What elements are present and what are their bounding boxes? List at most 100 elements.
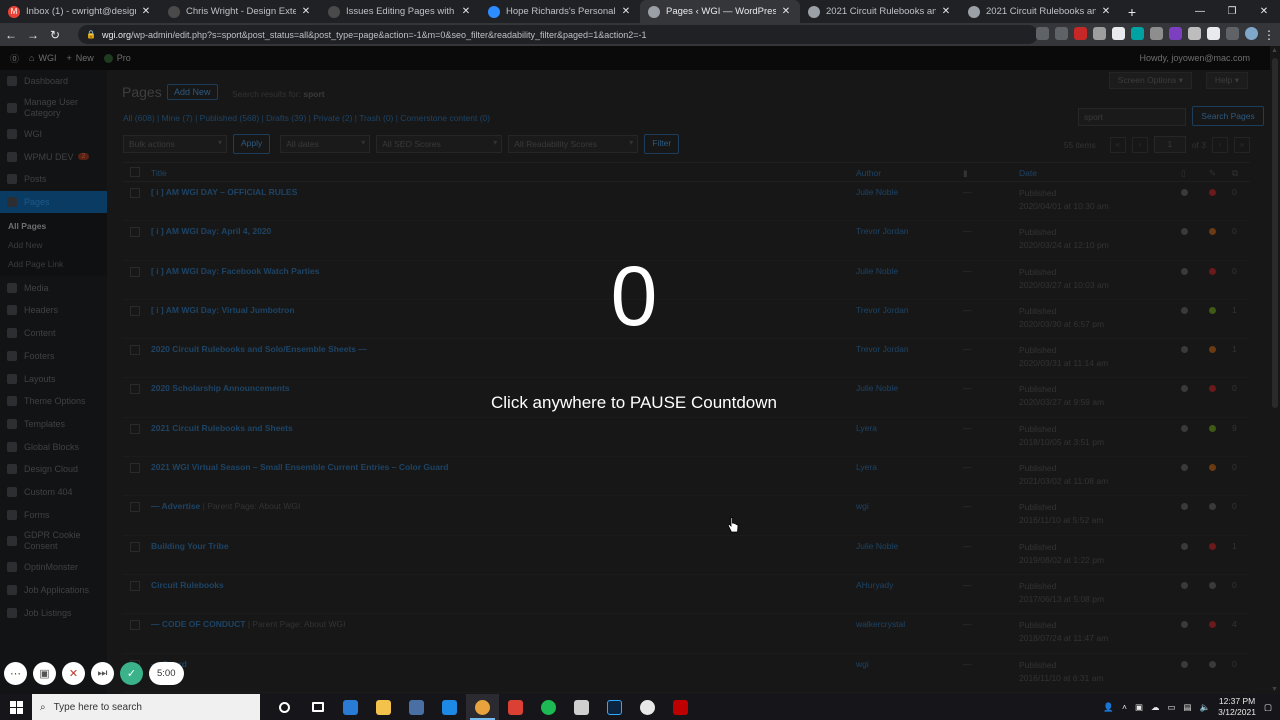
wp-logo-icon[interactable]: ⓪ bbox=[10, 52, 19, 65]
author-link[interactable]: wgi bbox=[856, 501, 869, 511]
row-checkbox[interactable] bbox=[130, 620, 140, 631]
cancel-recording-icon[interactable]: ✕ bbox=[62, 662, 85, 685]
maximize-icon[interactable]: ❐ bbox=[1216, 0, 1248, 23]
scrollbar-thumb[interactable] bbox=[1272, 58, 1278, 408]
extension-icon[interactable] bbox=[1093, 27, 1106, 40]
menu-icon[interactable] bbox=[1226, 27, 1239, 40]
row-checkbox[interactable] bbox=[130, 502, 140, 513]
row-checkbox[interactable] bbox=[130, 227, 140, 238]
cast-icon[interactable] bbox=[1036, 27, 1049, 40]
sidebar-item[interactable]: Templates bbox=[0, 413, 107, 436]
sidebar-item[interactable]: Headers bbox=[0, 299, 107, 322]
page-title-link[interactable]: — Advertise | Parent Page: About WGI bbox=[151, 501, 300, 511]
add-new-button[interactable]: Add New bbox=[167, 84, 218, 100]
more-options-icon[interactable]: ⋯ bbox=[4, 662, 27, 685]
status-filter-links[interactable]: All (608) | Mine (7) | Published (568) |… bbox=[123, 113, 490, 123]
sidebar-item[interactable]: Manage User Category bbox=[0, 93, 107, 123]
sidebar-item[interactable]: Design Cloud bbox=[0, 458, 107, 481]
title-column-header[interactable]: Title bbox=[151, 168, 167, 178]
page-title-link[interactable]: 2020 Scholarship Announcements bbox=[151, 383, 290, 393]
row-checkbox[interactable] bbox=[130, 384, 140, 395]
adminbar-site[interactable]: ⌂ WGI bbox=[29, 53, 56, 63]
sidebar-item[interactable]: WPMU DEV 2 bbox=[0, 145, 107, 168]
tab-close-icon[interactable]: ✕ bbox=[780, 6, 792, 17]
taskbar-search-box[interactable]: ⌕ Type here to search bbox=[32, 694, 260, 720]
browser-tab[interactable]: 2021 Circuit Rulebooks and Shee ✕ bbox=[960, 0, 1120, 23]
sidebar-item[interactable]: Pages bbox=[0, 190, 107, 214]
volume-icon[interactable]: 🔈 bbox=[1200, 702, 1211, 713]
sidebar-item[interactable]: Layouts bbox=[0, 367, 107, 390]
author-link[interactable]: Lyera bbox=[856, 423, 877, 433]
extension-icon[interactable] bbox=[1112, 27, 1125, 40]
row-checkbox[interactable] bbox=[130, 266, 140, 277]
author-link[interactable]: Julie Noble bbox=[856, 187, 898, 197]
scroll-up-icon[interactable]: ▲ bbox=[1271, 47, 1278, 54]
tab-close-icon[interactable]: ✕ bbox=[620, 6, 632, 17]
select-all-checkbox[interactable] bbox=[130, 167, 140, 177]
page-title-link[interactable]: 2020 Circuit Rulebooks and Solo/Ensemble… bbox=[151, 344, 367, 354]
page-title-link[interactable]: Building Your Tribe bbox=[151, 541, 229, 551]
page-title-link[interactable]: [ i ] AM WGI Day: Facebook Watch Parties bbox=[151, 266, 319, 276]
cortana-icon[interactable] bbox=[268, 694, 301, 720]
adminbar-pro[interactable]: Pro bbox=[103, 53, 131, 63]
row-checkbox[interactable] bbox=[130, 305, 140, 316]
tray-app-icon[interactable]: ▣ bbox=[1135, 702, 1143, 713]
pause-countdown-message[interactable]: Click anywhere to PAUSE Countdown bbox=[424, 393, 844, 413]
sidebar-item[interactable]: Dashboard bbox=[0, 70, 107, 93]
network-icon[interactable]: ▤ bbox=[1184, 702, 1192, 713]
notifications-icon[interactable]: ▢ bbox=[1264, 702, 1272, 713]
extension-icon[interactable] bbox=[1074, 27, 1087, 40]
extension-icon[interactable] bbox=[1150, 27, 1163, 40]
sidebar-item[interactable]: OptinMonster bbox=[0, 556, 107, 579]
page-title-link[interactable]: 2021 Circuit Rulebooks and Sheets bbox=[151, 423, 293, 433]
more-icon[interactable]: ⋮ bbox=[1258, 23, 1280, 46]
sidebar-item[interactable]: Global Blocks bbox=[0, 435, 107, 458]
sidebar-item[interactable]: Job Applications bbox=[0, 579, 107, 602]
author-link[interactable]: Trevor Jordan bbox=[856, 305, 909, 315]
extension-icon[interactable] bbox=[1169, 27, 1182, 40]
page-title-link[interactable]: — CODE OF CONDUCT | Parent Page: About W… bbox=[151, 619, 345, 629]
bulk-actions-select[interactable]: Bulk actions bbox=[123, 135, 227, 153]
search-input[interactable]: sport bbox=[1078, 108, 1186, 126]
sidebar-item[interactable]: Footers bbox=[0, 345, 107, 368]
apply-button[interactable]: Apply bbox=[233, 134, 271, 154]
author-link[interactable]: Julie Noble bbox=[856, 541, 898, 551]
internal-links-icon[interactable]: ⧉ bbox=[1232, 168, 1238, 179]
row-checkbox[interactable] bbox=[130, 188, 140, 198]
browser-tab[interactable]: Pages ‹ WGI — WordPress ✕ bbox=[640, 0, 800, 23]
countdown-number[interactable]: 0 bbox=[474, 242, 794, 350]
search-pages-button[interactable]: Search Pages bbox=[1192, 106, 1264, 126]
filezilla-icon[interactable] bbox=[664, 694, 697, 720]
page-title-link[interactable]: 2021 WGI Virtual Season – Small Ensemble… bbox=[151, 462, 448, 472]
author-link[interactable]: Trevor Jordan bbox=[856, 226, 909, 236]
page-title-link[interactable]: [ i ] AM WGI Day: April 4, 2020 bbox=[151, 226, 271, 236]
author-link[interactable]: walkercrystal bbox=[856, 619, 905, 629]
author-link[interactable]: Lyera bbox=[856, 462, 877, 472]
author-link[interactable]: Julie Noble bbox=[856, 383, 898, 393]
calculator-icon[interactable] bbox=[400, 694, 433, 720]
date-column-header[interactable]: Date bbox=[1019, 168, 1037, 178]
mail-icon[interactable] bbox=[334, 694, 367, 720]
page-title-link[interactable]: Circuit Rulebooks bbox=[151, 580, 224, 590]
display-icon[interactable]: ▭ bbox=[1167, 702, 1175, 713]
restart-icon[interactable]: ⏭ bbox=[91, 662, 114, 685]
puzzle-icon[interactable] bbox=[1207, 27, 1220, 40]
submenu-item[interactable]: All Pages bbox=[0, 216, 107, 235]
windows-start-icon[interactable] bbox=[0, 694, 32, 720]
tab-close-icon[interactable]: ✕ bbox=[300, 6, 312, 17]
reload-icon[interactable]: ↻ bbox=[44, 23, 66, 46]
submenu-item[interactable]: Add New bbox=[0, 235, 107, 254]
browser-tab[interactable]: Chris Wright - Design Extensions ✕ bbox=[160, 0, 320, 23]
tab-close-icon[interactable]: ✕ bbox=[460, 6, 472, 17]
finish-recording-icon[interactable]: ✓ bbox=[120, 662, 143, 685]
page-scrollbar[interactable]: ▲ ▼ bbox=[1270, 46, 1280, 694]
readability-icon[interactable]: ✎ bbox=[1209, 168, 1216, 179]
todoist-icon[interactable] bbox=[499, 694, 532, 720]
next-page-button[interactable]: › bbox=[1212, 136, 1228, 153]
sidebar-item[interactable]: Forms bbox=[0, 503, 107, 526]
row-checkbox[interactable] bbox=[130, 423, 140, 434]
forward-icon[interactable]: → bbox=[22, 23, 44, 46]
tab-close-icon[interactable]: ✕ bbox=[140, 6, 152, 17]
task-view-icon[interactable] bbox=[301, 694, 334, 720]
sidebar-item[interactable]: Content bbox=[0, 322, 107, 345]
